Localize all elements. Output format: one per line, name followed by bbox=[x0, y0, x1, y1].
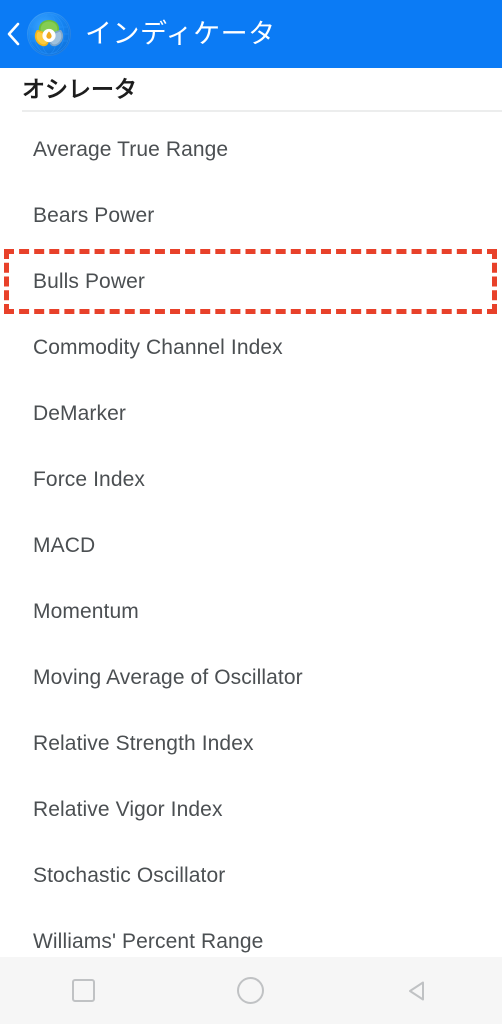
list-item-label: Relative Strength Index bbox=[33, 732, 254, 755]
circle-icon bbox=[237, 977, 265, 1004]
list-item[interactable]: Stochastic Oscillator bbox=[0, 843, 502, 909]
chevron-left-icon bbox=[5, 20, 21, 48]
list-item-label: Stochastic Oscillator bbox=[33, 864, 226, 887]
nav-back-button[interactable] bbox=[335, 957, 502, 1024]
phone-screen: インディケータ オシレータ Average True Range Bears P… bbox=[0, 0, 502, 1024]
nav-home-button[interactable] bbox=[167, 957, 334, 1024]
list-item[interactable]: Average True Range bbox=[0, 117, 502, 183]
list-item-label: MACD bbox=[33, 534, 96, 557]
list-item-bulls-power[interactable]: Bulls Power bbox=[0, 249, 502, 315]
nav-recents-button[interactable] bbox=[0, 957, 167, 1024]
list-item-label: Momentum bbox=[33, 600, 139, 623]
list-item[interactable]: Williams' Percent Range bbox=[0, 909, 502, 957]
list-item[interactable]: Relative Vigor Index bbox=[0, 777, 502, 843]
list-item-label: Bears Power bbox=[33, 204, 155, 227]
android-navigation-bar bbox=[0, 957, 502, 1024]
section-header: オシレータ bbox=[0, 68, 502, 112]
list-item-label: Bulls Power bbox=[33, 270, 145, 293]
section-title: オシレータ bbox=[22, 76, 137, 102]
list-item[interactable]: Force Index bbox=[0, 447, 502, 513]
list-item[interactable]: DeMarker bbox=[0, 381, 502, 447]
metatrader-app-icon[interactable] bbox=[27, 12, 71, 56]
list-item-label: Average True Range bbox=[33, 138, 229, 161]
list-item-label: Moving Average of Oscillator bbox=[33, 666, 303, 689]
page-title: インディケータ bbox=[85, 19, 276, 49]
list-item-label: Relative Vigor Index bbox=[33, 798, 223, 821]
indicator-list[interactable]: Average True Range Bears Power Bulls Pow… bbox=[0, 117, 502, 957]
list-item[interactable]: Moving Average of Oscillator bbox=[0, 645, 502, 711]
list-item-label: Williams' Percent Range bbox=[33, 930, 264, 953]
triangle-left-icon bbox=[405, 978, 431, 1004]
list-item-label: Force Index bbox=[33, 468, 145, 491]
list-item[interactable]: MACD bbox=[0, 513, 502, 579]
list-item-label: Commodity Channel Index bbox=[33, 336, 283, 359]
list-item[interactable]: Relative Strength Index bbox=[0, 711, 502, 777]
square-icon bbox=[72, 979, 96, 1002]
back-button[interactable] bbox=[0, 0, 26, 68]
section-divider bbox=[22, 110, 502, 112]
app-bar: インディケータ bbox=[0, 0, 502, 68]
list-item[interactable]: Bears Power bbox=[0, 183, 502, 249]
list-item[interactable]: Momentum bbox=[0, 579, 502, 645]
list-item-label: DeMarker bbox=[33, 402, 126, 425]
list-item[interactable]: Commodity Channel Index bbox=[0, 315, 502, 381]
